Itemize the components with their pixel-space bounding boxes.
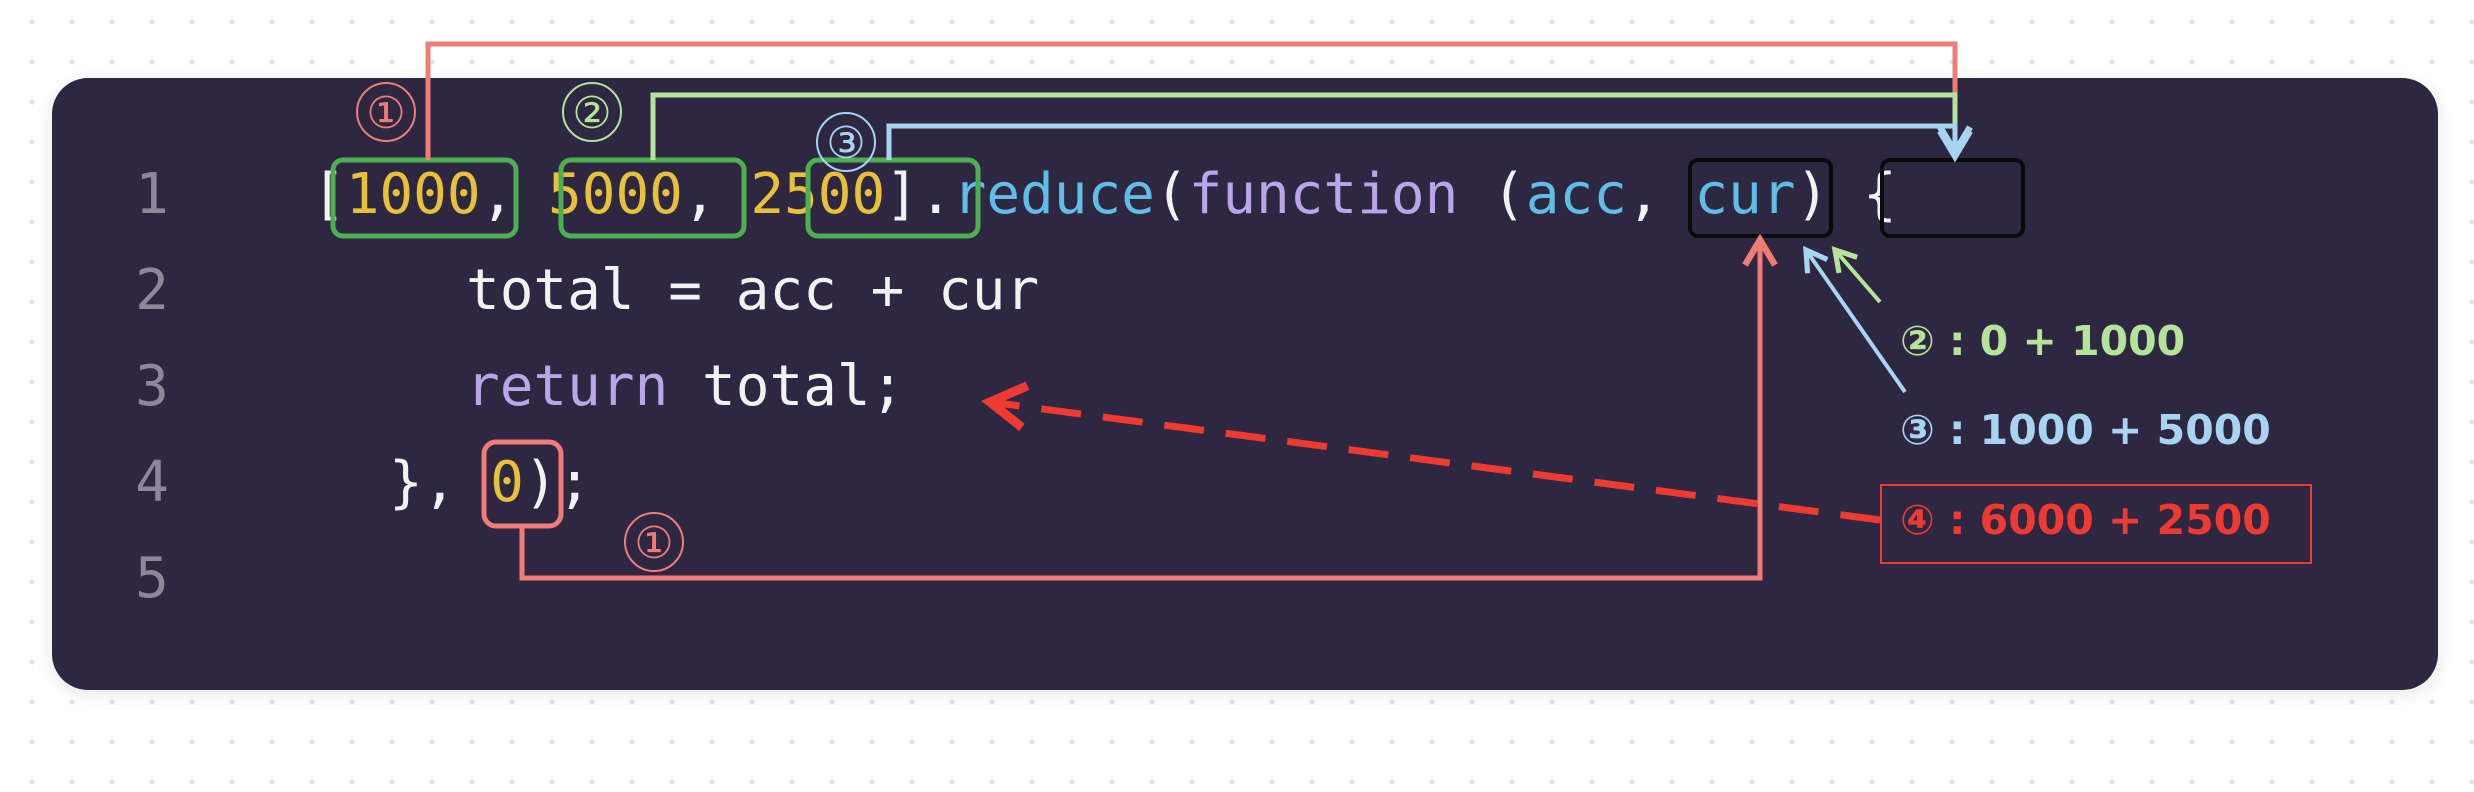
annotation-step2-text: : 0 + 1000 bbox=[1934, 317, 2186, 365]
step-marker-1: ① bbox=[356, 82, 416, 142]
connector-initial-to-acc bbox=[519, 233, 1778, 581]
annotation-step4: ④ : 6000 + 2500 bbox=[1900, 492, 2271, 548]
connector-1000-to-cur bbox=[425, 41, 1973, 163]
arrow-step2-to-acc bbox=[1831, 246, 1882, 304]
annotation-step4-text: : 6000 + 2500 bbox=[1934, 496, 2271, 544]
arrow-step4-to-total bbox=[981, 381, 1881, 524]
array-value-box bbox=[805, 157, 981, 239]
step-marker-1-initial: ① bbox=[624, 512, 684, 572]
annotation-step3-marker: ③ bbox=[1900, 406, 1935, 454]
annotation-step3: ③ : 1000 + 5000 bbox=[1900, 402, 2271, 458]
param-box-cur bbox=[1880, 158, 2025, 238]
initial-value-box bbox=[481, 439, 564, 529]
step-marker-2: ② bbox=[562, 82, 622, 142]
annotation-step2: ② : 0 + 1000 bbox=[1900, 313, 2185, 369]
step-marker-3: ③ bbox=[816, 112, 876, 172]
array-value-box bbox=[558, 157, 747, 239]
annotation-step4-marker: ④ bbox=[1900, 496, 1935, 544]
connector-2500-to-cur bbox=[886, 123, 1973, 160]
array-value-box bbox=[330, 157, 519, 239]
annotation-step2-marker: ② bbox=[1900, 317, 1935, 365]
param-box-acc bbox=[1688, 158, 1833, 238]
annotation-step3-text: : 1000 + 5000 bbox=[1934, 406, 2271, 454]
